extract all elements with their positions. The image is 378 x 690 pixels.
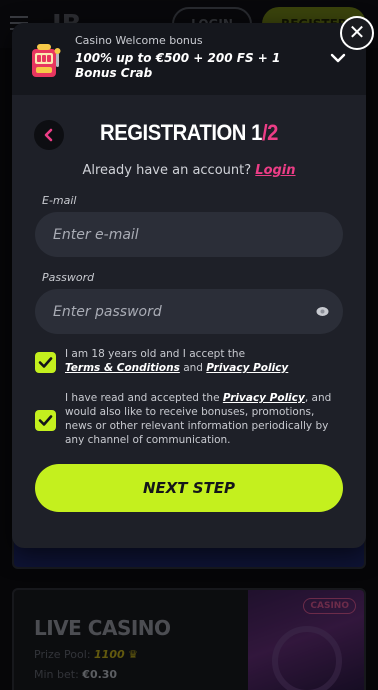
- marketing-consent-text: I have read and accepted the Privacy Pol…: [65, 391, 335, 447]
- have-account-prompt: Already have an account? Login: [12, 163, 366, 178]
- marketing-consent-checkbox[interactable]: [35, 410, 56, 431]
- password-input[interactable]: [35, 289, 343, 334]
- registration-title: REGISTRATION 1/2: [26, 120, 352, 146]
- password-label: Password: [42, 271, 95, 284]
- email-label: E-mail: [42, 194, 77, 207]
- registration-title-step: REGISTRATION 1: [100, 120, 262, 145]
- have-account-text: Already have an account?: [82, 163, 252, 178]
- bonus-text: 100% up to €500 + 200 FS + 1 Bonus Crab: [75, 51, 281, 80]
- eye-icon[interactable]: [316, 306, 329, 317]
- close-button[interactable]: ✕: [340, 16, 374, 50]
- marketing-consent-intro: I have read and accepted the: [65, 392, 220, 404]
- age-consent-and: and: [183, 362, 203, 374]
- email-field-wrapper: [35, 212, 343, 257]
- bonus-label: Casino Welcome bonus: [75, 34, 203, 47]
- email-input[interactable]: [35, 212, 343, 257]
- registration-title-total: 2: [267, 120, 278, 145]
- age-consent-text: I am 18 years old and I accept the Terms…: [65, 347, 335, 375]
- login-link[interactable]: Login: [255, 163, 295, 178]
- registration-modal: Casino Welcome bonus 100% up to €500 + 2…: [12, 23, 366, 548]
- next-step-button[interactable]: NEXT STEP: [35, 464, 343, 512]
- terms-link[interactable]: Terms & Conditions: [65, 362, 180, 374]
- checkmark-icon: [38, 415, 53, 426]
- password-field-wrapper: [35, 289, 343, 334]
- slot-machine-icon: [32, 44, 61, 77]
- privacy-policy-link[interactable]: Privacy Policy: [206, 362, 288, 374]
- age-consent-intro: I am 18 years old and I accept the: [65, 348, 246, 360]
- welcome-bonus-selector[interactable]: Casino Welcome bonus 100% up to €500 + 2…: [12, 23, 366, 95]
- chevron-down-icon[interactable]: [330, 51, 346, 65]
- checkmark-icon: [38, 357, 53, 368]
- age-consent-checkbox[interactable]: [35, 352, 56, 373]
- marketing-privacy-policy-link[interactable]: Privacy Policy: [223, 392, 305, 404]
